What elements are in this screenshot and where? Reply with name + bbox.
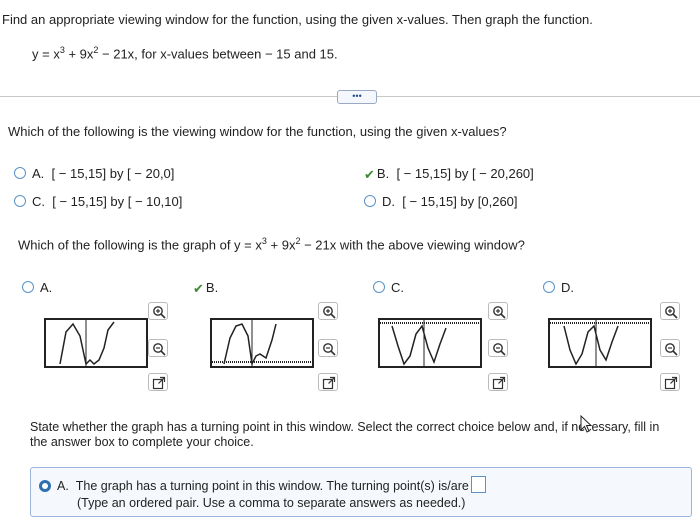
instruction-text: Find an appropriate viewing window for t… [2,12,593,27]
graph-thumbnail-a[interactable] [44,318,148,368]
radio-graph-d[interactable] [543,281,555,293]
turning-point-input[interactable] [470,476,486,493]
zoom-in-icon[interactable] [318,302,338,320]
zoom-in-icon[interactable] [660,302,680,320]
zoom-in-icon[interactable] [488,302,508,320]
zoom-out-icon[interactable] [318,339,338,357]
graph-option-a[interactable]: A. [22,280,52,295]
zoom-out-icon[interactable] [148,339,168,357]
radio-d[interactable] [364,195,376,207]
question-graph: Which of the following is the graph of y… [18,236,525,253]
answer-choice-a[interactable]: A. The graph has a turning point in this… [30,467,692,517]
mouse-cursor-icon [580,415,592,433]
q1-option-d[interactable]: D. [ − 15,15] by [0,260] [364,194,518,209]
graph-curve-c [380,320,480,366]
graph-thumbnail-b[interactable] [210,318,314,368]
graph-curve-d [550,320,650,366]
correct-check-icon: ✔ [193,281,204,296]
q1-option-a[interactable]: A. [ − 15,15] by [ − 20,0] [14,166,174,181]
graph-option-d[interactable]: D. [543,280,574,295]
correct-check-icon: ✔ [364,167,375,182]
graph-option-c[interactable]: C. [373,280,404,295]
selected-radio[interactable] [39,480,51,492]
question-viewing-window: Which of the following is the viewing wi… [8,124,507,139]
answer-a-hint: (Type an ordered pair. Use a comma to se… [77,496,466,510]
graph-curve-b [212,320,312,366]
zoom-out-icon[interactable] [488,339,508,357]
question-turning-point-line1: State whether the graph has a turning po… [30,420,660,434]
q1-option-b[interactable]: ✔ B. [ − 15,15] by [ − 20,260] [364,166,534,183]
zoom-in-icon[interactable] [148,302,168,320]
popout-icon[interactable] [660,373,680,391]
radio-graph-c[interactable] [373,281,385,293]
zoom-out-icon[interactable] [660,339,680,357]
radio-a[interactable] [14,167,26,179]
q1-option-c[interactable]: C. [ − 15,15] by [ − 10,10] [14,194,182,209]
graph-option-b[interactable]: ✔ B. [193,280,218,297]
popout-icon[interactable] [318,373,338,391]
popout-icon[interactable] [148,373,168,391]
graph-thumbnail-c[interactable] [378,318,482,368]
question-turning-point-line2: the answer box to complete your choice. [30,435,254,449]
graph-thumbnail-d[interactable] [548,318,652,368]
radio-c[interactable] [14,195,26,207]
answer-a-line[interactable]: A. The graph has a turning point in this… [39,476,486,493]
more-button[interactable]: ••• [337,90,377,104]
function-equation: y = x3 + 9x2 − 21x, for x-values between… [32,45,338,62]
radio-graph-a[interactable] [22,281,34,293]
graph-curve-a [59,320,115,366]
popout-icon[interactable] [488,373,508,391]
